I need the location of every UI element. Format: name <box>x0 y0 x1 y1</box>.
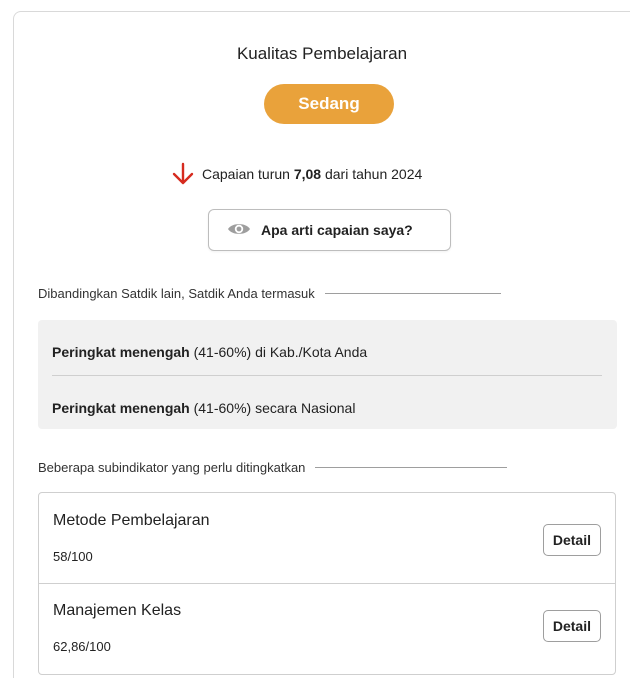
ranking-box: Peringkat menengah (41-60%) di Kab./Kota… <box>38 320 617 429</box>
list-item: Metode Pembelajaran 58/100 Detail <box>39 493 615 584</box>
subindicator-heading: Beberapa subindikator yang perlu ditingk… <box>38 460 630 475</box>
arrow-down-icon <box>172 162 194 186</box>
explain-button-label: Apa arti capaian saya? <box>261 222 413 238</box>
ranking-divider <box>52 375 602 376</box>
change-suffix: dari tahun 2024 <box>324 166 423 182</box>
detail-button[interactable]: Detail <box>542 610 601 642</box>
level-badge: Sedang <box>264 84 394 124</box>
heading-divider <box>315 467 508 468</box>
ranking-row-national: Peringkat menengah (41-60%) secara Nasio… <box>52 400 356 416</box>
change-prefix: Capaian turun <box>202 166 290 182</box>
subindicator-name: Manajemen Kelas <box>53 602 182 619</box>
change-value: 7,08 <box>293 166 322 182</box>
eye-icon <box>227 221 251 240</box>
learning-quality-card: Kualitas Pembelajaran Sedang Capaian tur… <box>13 11 630 678</box>
subindicator-list: Metode Pembelajaran 58/100 Detail Manaje… <box>38 492 616 675</box>
card-title: Kualitas Pembelajaran <box>236 44 408 63</box>
list-item: Manajemen Kelas 62,86/100 Detail <box>39 583 615 673</box>
achievement-change: Capaian turun 7,08 dari tahun 2024 <box>172 162 422 186</box>
ranking-row-regional: Peringkat menengah (41-60%) di Kab./Kota… <box>52 344 368 360</box>
explain-achievement-button[interactable]: Apa arti capaian saya? <box>208 209 451 251</box>
heading-divider <box>324 293 501 294</box>
subindicator-name: Metode Pembelajaran <box>53 512 210 529</box>
subindicator-score: 58/100 <box>53 549 93 564</box>
detail-button[interactable]: Detail <box>542 524 601 556</box>
comparison-heading: Dibandingkan Satdik lain, Satdik Anda te… <box>38 286 630 301</box>
subindicator-score: 62,86/100 <box>53 639 111 654</box>
